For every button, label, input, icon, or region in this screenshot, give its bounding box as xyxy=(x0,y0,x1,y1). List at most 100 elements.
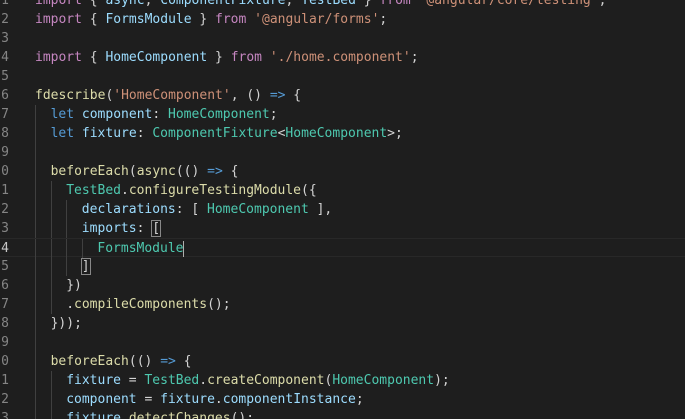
code-token: . xyxy=(199,373,208,388)
code-token: detectChanges xyxy=(128,411,231,419)
code-token: fixture xyxy=(81,126,137,141)
code-text[interactable]: import { HomeComponent } from './home.co… xyxy=(35,48,419,67)
code-token: ( xyxy=(128,164,137,179)
code-line[interactable]: 3 xyxy=(0,29,685,48)
code-line[interactable]: 0 beforeEach(() => { xyxy=(0,352,685,371)
indent-guide xyxy=(50,239,52,258)
indent-guide xyxy=(66,239,68,258)
code-token: => xyxy=(160,354,176,369)
indent-guide xyxy=(50,409,52,419)
code-token: ; xyxy=(379,12,388,27)
line-number: 7 xyxy=(1,297,9,312)
code-line[interactable]: 4 import { HomeComponent } from './home.c… xyxy=(0,48,685,67)
code-text[interactable]: import { async, ComponentFixture, TestBe… xyxy=(35,0,606,10)
code-line-current[interactable]: 4 FormsModule xyxy=(0,238,685,258)
code-token: let xyxy=(50,126,75,141)
code-line[interactable]: 6 fdescribe('HomeComponent', () => { xyxy=(0,86,685,105)
code-line[interactable]: 1 import { async, ComponentFixture, TestB… xyxy=(0,0,685,10)
code-text[interactable]: let component: HomeComponent; xyxy=(51,105,278,124)
indent-guide xyxy=(35,181,36,200)
code-token: FormsModule xyxy=(97,241,184,256)
code-text[interactable]: FormsModule xyxy=(97,239,185,258)
code-text[interactable]: })); xyxy=(51,314,82,333)
line-number: 0 xyxy=(1,354,9,369)
line-number: 5 xyxy=(1,69,9,84)
code-line[interactable]: 1 TestBed.configureTestingModule({ xyxy=(0,181,685,200)
code-token: import xyxy=(35,0,82,8)
indent-guide xyxy=(35,143,36,162)
code-token: async xyxy=(105,0,145,8)
code-token: ; xyxy=(355,392,364,407)
code-text[interactable]: TestBed.configureTestingModule({ xyxy=(66,181,316,200)
indent-guide xyxy=(35,314,36,333)
code-token: ; xyxy=(410,50,419,65)
code-text[interactable]: let fixture: ComponentFixture<HomeCompon… xyxy=(51,124,403,143)
code-text[interactable]: fixture.detectChanges(); xyxy=(66,409,254,419)
code-token: from xyxy=(215,12,247,27)
code-token: './home.component' xyxy=(269,50,411,65)
code-token: { xyxy=(222,164,239,179)
code-line[interactable]: 7 let component: HomeComponent; xyxy=(0,105,685,124)
code-line[interactable]: 7 .compileComponents(); xyxy=(0,295,685,314)
code-text[interactable]: component = fixture.componentInstance; xyxy=(66,390,363,409)
code-line[interactable]: 1 fixture = TestBed.createComponent(HomeC… xyxy=(0,371,685,390)
code-line[interactable]: 2 component = fixture.componentInstance; xyxy=(0,390,685,409)
code-line[interactable]: 3 imports: [ xyxy=(0,219,685,238)
code-text[interactable]: beforeEach(async(() => { xyxy=(51,162,239,181)
code-text[interactable]: }) xyxy=(66,276,82,295)
code-token: => xyxy=(207,164,223,179)
code-token: from xyxy=(230,50,262,65)
line-number: 2 xyxy=(1,12,9,27)
code-token: component xyxy=(66,392,137,407)
code-token: = xyxy=(120,373,145,388)
code-editor[interactable]: 1 import { async, ComponentFixture, TestB… xyxy=(0,0,685,419)
code-line[interactable]: 5] xyxy=(0,257,685,276)
code-line[interactable]: 8})); xyxy=(0,314,685,333)
code-line[interactable]: 9 xyxy=(0,333,685,352)
line-number: 1 xyxy=(1,0,9,8)
code-line[interactable]: 6}) xyxy=(0,276,685,295)
code-line[interactable]: 2 import { FormsModule } from '@angular/f… xyxy=(0,10,685,29)
code-token: : xyxy=(136,126,153,141)
code-token: ({ xyxy=(301,183,317,198)
code-line[interactable]: 2 declarations: [ HomeComponent ], xyxy=(0,200,685,219)
code-token: configureTestingModule xyxy=(128,183,301,198)
indent-guide xyxy=(35,200,36,219)
code-token: . xyxy=(66,297,75,312)
code-text[interactable]: .compileComponents(); xyxy=(66,295,230,314)
code-token: let xyxy=(50,107,75,122)
code-line[interactable]: 3 fixture.detectChanges(); xyxy=(0,409,685,419)
code-token: ComponentFixture xyxy=(160,0,286,8)
code-token: TestBed xyxy=(301,0,356,8)
code-token: { xyxy=(81,0,106,8)
code-text[interactable]: beforeEach(() => { xyxy=(51,352,192,371)
indent-guide xyxy=(35,105,36,124)
code-token: '@angular/core/testing' xyxy=(418,0,599,8)
code-text[interactable]: fdescribe('HomeComponent', () => { xyxy=(35,86,301,105)
code-token: from xyxy=(379,0,411,8)
code-token: fdescribe xyxy=(35,88,106,103)
indent-guide xyxy=(50,257,52,276)
matched-bracket: [ xyxy=(151,220,162,237)
code-line[interactable]: 5 xyxy=(0,67,685,86)
line-number: 8 xyxy=(1,316,9,331)
line-number: 7 xyxy=(1,107,9,122)
code-token: TestBed xyxy=(144,373,200,388)
line-number: 8 xyxy=(1,126,9,141)
code-token: } xyxy=(207,50,231,65)
line-number: 1 xyxy=(1,373,9,388)
code-text[interactable]: ] xyxy=(80,257,91,276)
code-token: }) xyxy=(66,278,82,293)
code-token: , () xyxy=(230,88,270,103)
code-token: >; xyxy=(387,126,403,141)
code-text[interactable]: declarations: [ HomeComponent ], xyxy=(82,200,332,219)
code-token: { xyxy=(81,50,106,65)
code-text[interactable]: imports: [ xyxy=(82,219,162,238)
code-text[interactable]: import { FormsModule } from '@angular/fo… xyxy=(35,10,387,29)
code-line[interactable]: 9 xyxy=(0,143,685,162)
code-token: HomeComponent xyxy=(105,50,208,65)
code-text[interactable]: fixture = TestBed.createComponent(HomeCo… xyxy=(66,371,450,390)
code-line[interactable]: 8 let fixture: ComponentFixture<HomeCompo… xyxy=(0,124,685,143)
code-line[interactable]: 0 beforeEach(async(() => { xyxy=(0,162,685,181)
